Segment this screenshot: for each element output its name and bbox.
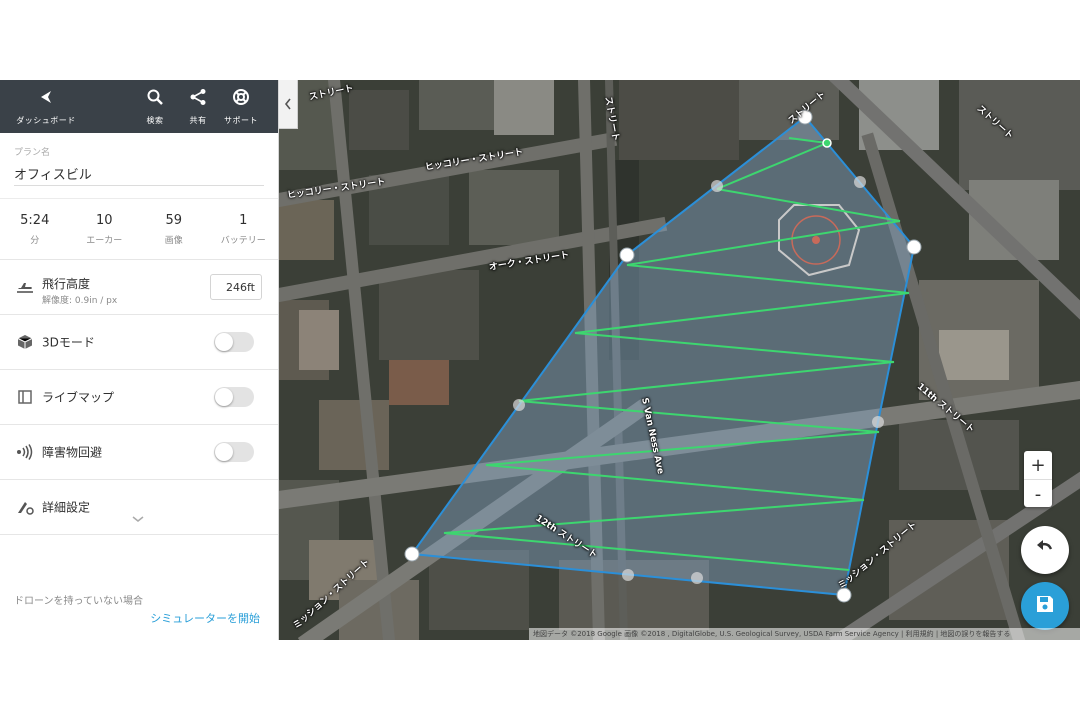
plan-name-label: プラン名 <box>14 148 51 158</box>
toggle-knob <box>215 388 233 406</box>
altitude-input[interactable]: 246ft <box>210 274 262 300</box>
stat-label: 分 <box>30 235 40 246</box>
top-toolbar: ダッシュボード 検索 共有 サポート <box>0 80 278 133</box>
zoom-in-button[interactable]: + <box>1024 451 1052 479</box>
stat-label: バッテリー <box>220 235 266 246</box>
stat-value: 10 <box>95 212 113 228</box>
map-attribution: 地図データ ©2018 Google 画像 ©2018 , DigitalGlo… <box>529 628 1080 640</box>
advanced-settings-row[interactable]: 詳細設定 <box>0 480 278 535</box>
toggle-knob <box>215 333 233 351</box>
no-drone-text: ドローンを持っていない場合 <box>14 596 143 607</box>
plan-name-section: プラン名 オフィスビル <box>0 133 278 199</box>
stat-value: 59 <box>165 212 183 228</box>
obstacle-avoidance-label: 障害物回避 <box>42 445 103 460</box>
support-label: サポート <box>224 115 258 125</box>
obstacle-avoidance-row: 障害物回避 <box>0 425 278 480</box>
search-button[interactable]: 検索 <box>140 80 170 133</box>
stat-label: 画像 <box>164 235 183 246</box>
airplane-icon <box>16 279 34 295</box>
3d-mode-row: 3Dモード <box>0 315 278 370</box>
flight-stats: 5:24 分 10 エーカー 59 画像 1 バッテリー <box>0 199 278 260</box>
altitude-row[interactable]: 飛行高度 解像度: 0.9in / px 246ft <box>0 260 278 315</box>
app-window: ダッシュボード 検索 共有 サポート プラン名 オフィスビル 5:24 分 10… <box>0 80 1080 640</box>
map-panel-icon <box>16 389 34 405</box>
undo-icon <box>1034 537 1056 563</box>
save-button[interactable] <box>1021 582 1069 630</box>
zoom-control: + - <box>1024 451 1052 507</box>
stat-value: 5:24 <box>20 212 50 228</box>
settings-sliders-icon <box>16 499 34 515</box>
plan-name-underline <box>14 185 264 186</box>
share-icon <box>189 88 207 110</box>
sidebar: ダッシュボード 検索 共有 サポート プラン名 オフィスビル 5:24 分 10… <box>0 80 279 640</box>
dashboard-button[interactable]: ダッシュボード <box>8 80 84 133</box>
stat-value: 1 <box>239 212 248 228</box>
map-view[interactable]: ヒッコリー・ストリート ヒッコリー・ストリート オーク・ストリート S Van … <box>279 80 1080 640</box>
share-button[interactable]: 共有 <box>183 80 213 133</box>
resolution-text: 解像度: 0.9in / px <box>42 296 118 306</box>
sensor-waves-icon <box>16 444 34 460</box>
chevron-down-icon[interactable] <box>130 514 146 524</box>
dashboard-label: ダッシュボード <box>16 115 76 125</box>
zoom-out-button[interactable]: - <box>1024 479 1052 508</box>
stat-batteries: 1 バッテリー <box>209 199 279 259</box>
live-map-row: ライブマップ <box>0 370 278 425</box>
stat-area: 10 エーカー <box>70 199 140 259</box>
satellite-map <box>279 80 1080 640</box>
plan-name-field[interactable]: オフィスビル <box>14 164 264 183</box>
live-map-label: ライブマップ <box>42 390 115 405</box>
search-icon <box>146 88 164 110</box>
save-disk-icon <box>1035 594 1055 618</box>
obstacle-avoidance-toggle[interactable] <box>214 442 254 462</box>
3d-mode-label: 3Dモード <box>42 335 95 350</box>
start-simulator-link[interactable]: シミュレーターを開始 <box>150 610 260 626</box>
altitude-title: 飛行高度 <box>42 277 91 291</box>
advanced-settings-label: 詳細設定 <box>42 500 91 515</box>
share-label: 共有 <box>189 115 207 125</box>
cube-icon <box>16 334 34 350</box>
live-map-toggle[interactable] <box>214 387 254 407</box>
chevron-left-icon <box>284 95 292 114</box>
undo-button[interactable] <box>1021 526 1069 574</box>
lifebuoy-icon <box>232 88 250 110</box>
3d-mode-toggle[interactable] <box>214 332 254 352</box>
search-label: 検索 <box>146 115 164 125</box>
toggle-knob <box>215 443 233 461</box>
stat-images: 59 画像 <box>139 199 209 259</box>
back-arrow-icon <box>37 88 55 110</box>
stat-label: エーカー <box>86 235 123 246</box>
collapse-sidebar-button[interactable] <box>279 80 298 129</box>
support-button[interactable]: サポート <box>220 80 262 133</box>
stat-duration: 5:24 分 <box>0 199 70 259</box>
